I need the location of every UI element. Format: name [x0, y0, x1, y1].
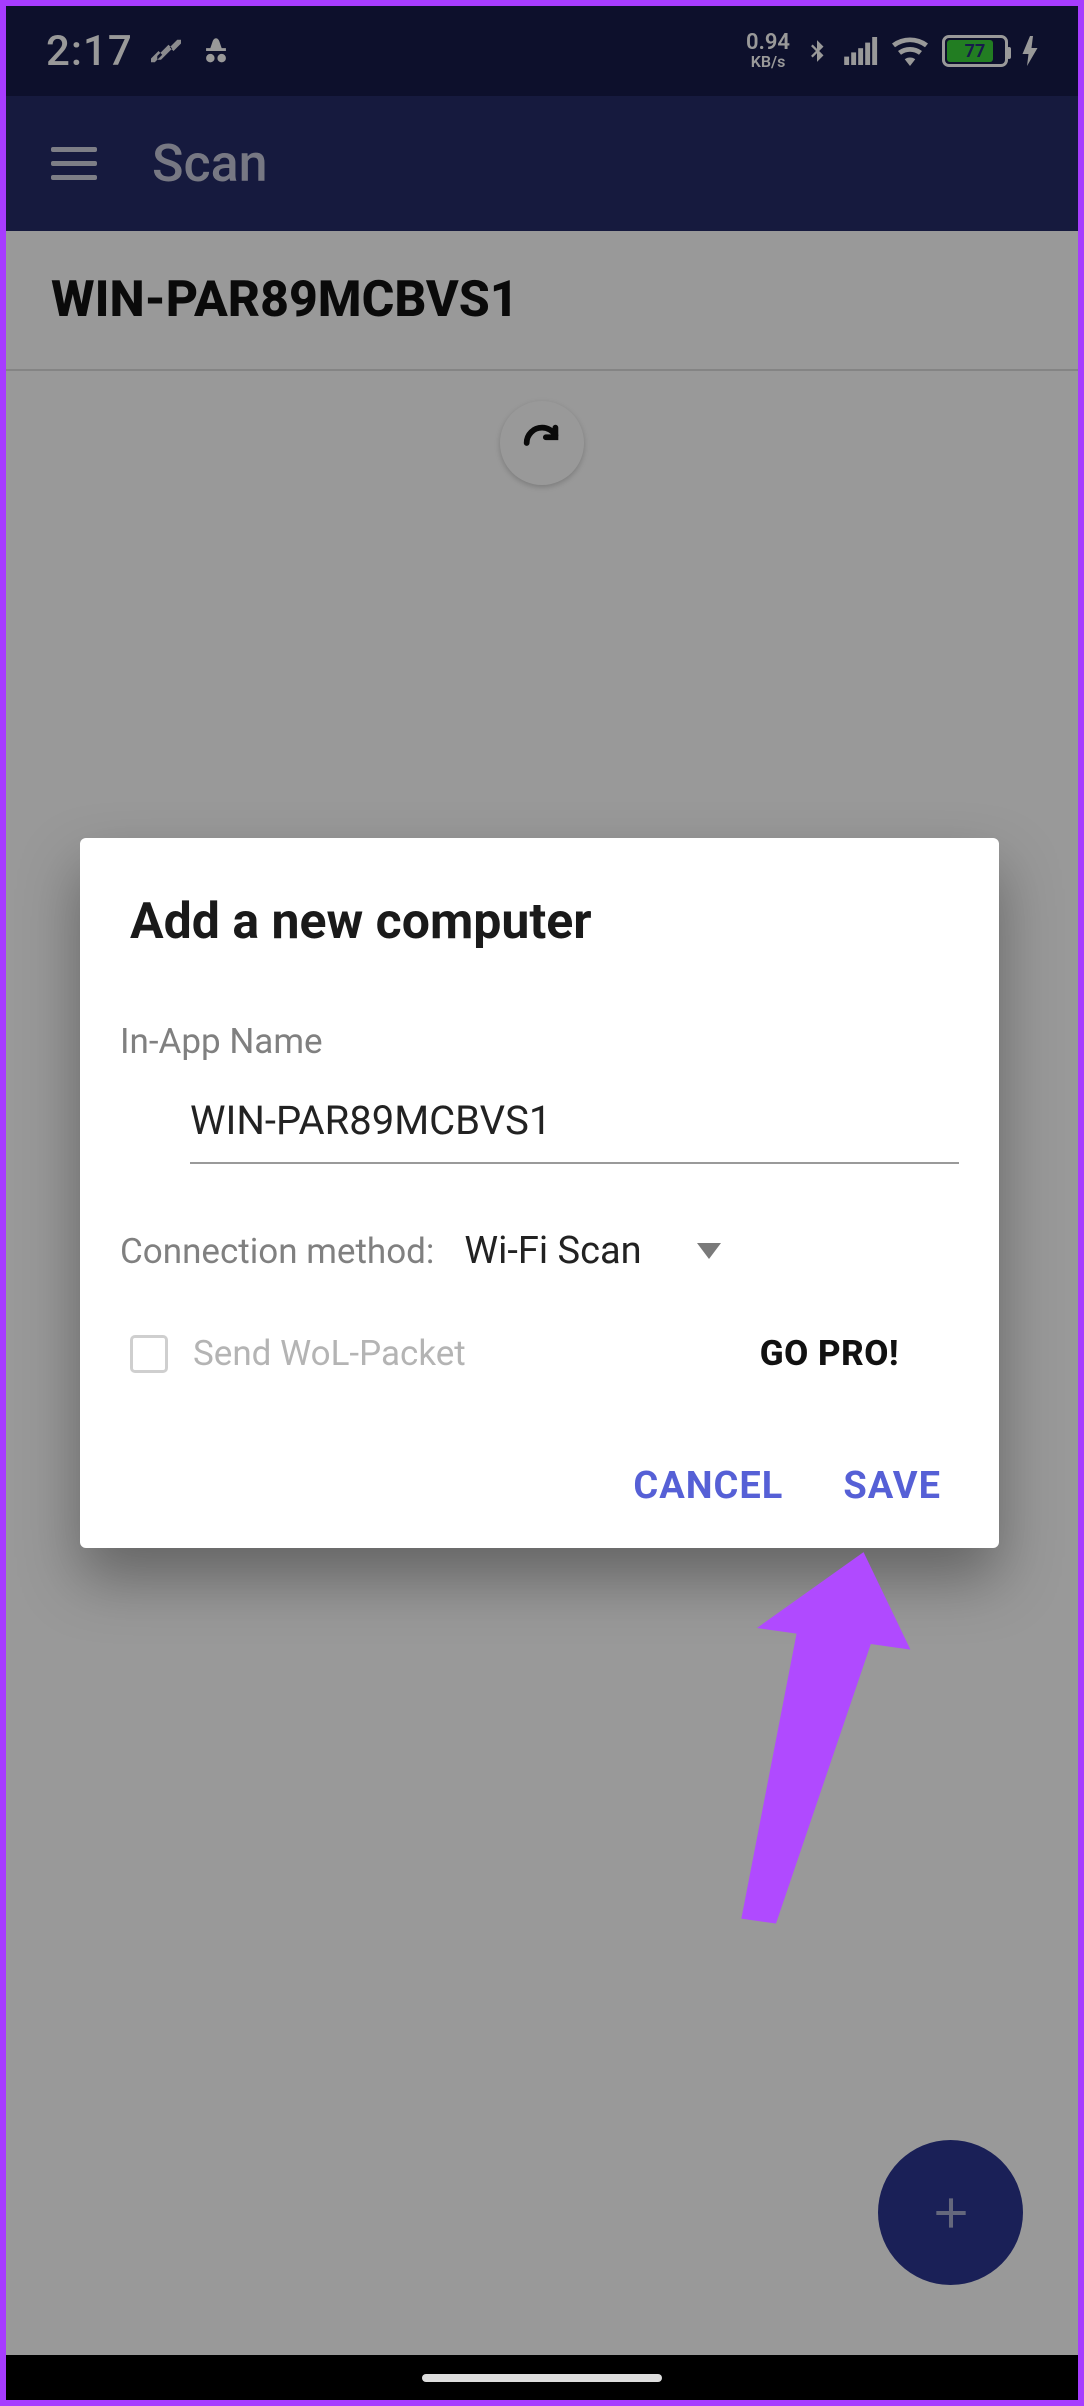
connection-method-value: Wi-Fi Scan [464, 1229, 641, 1273]
connection-method-label: Connection method: [120, 1231, 434, 1272]
name-field-label: In-App Name [120, 1021, 959, 1062]
name-input[interactable] [190, 1082, 959, 1164]
chevron-down-icon [697, 1243, 721, 1259]
go-pro-label[interactable]: GO PRO! [760, 1333, 899, 1374]
gesture-pill[interactable] [422, 2374, 662, 2382]
gesture-bar [6, 2355, 1078, 2400]
save-button[interactable]: SAVE [843, 1464, 941, 1508]
wol-checkbox[interactable] [130, 1335, 168, 1373]
connection-method-dropdown[interactable]: Wi-Fi Scan [464, 1229, 720, 1273]
add-computer-dialog: Add a new computer In-App Name Connectio… [80, 838, 999, 1548]
wol-label: Send WoL-Packet [193, 1333, 466, 1374]
cancel-button[interactable]: CANCEL [633, 1464, 783, 1508]
dialog-title: Add a new computer [120, 893, 959, 951]
